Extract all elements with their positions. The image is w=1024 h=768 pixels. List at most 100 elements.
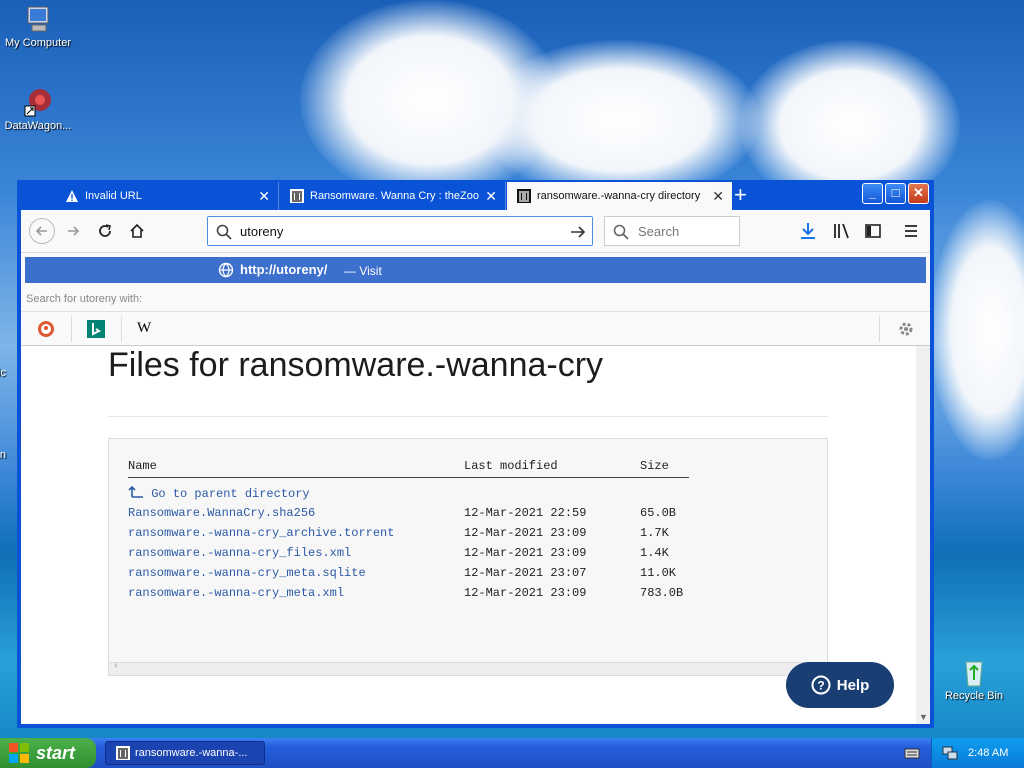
desktop-icon-datawagon[interactable]: DataWagon... — [0, 86, 78, 132]
scroll-left-icon[interactable]: ‹ — [113, 661, 119, 672]
tab-close-icon[interactable]: ✕ — [712, 188, 724, 205]
search-input[interactable]: Search — [638, 224, 679, 239]
desktop-icon-my-computer[interactable]: My Computer — [0, 3, 78, 49]
network-icon[interactable] — [942, 745, 958, 761]
minimize-button[interactable]: _ — [862, 183, 883, 204]
tab-close-icon[interactable]: ✕ — [258, 188, 270, 205]
search-icon — [216, 224, 232, 240]
tab-directory[interactable]: ransomware.-wanna-cry directory ✕ — [507, 182, 732, 210]
file-modified: 12-Mar-2021 23:09 — [464, 586, 587, 600]
file-modified: 12-Mar-2021 23:07 — [464, 566, 587, 580]
system-tray: 2:48 AM — [931, 738, 1024, 768]
taskbar-item-browser[interactable]: ransomware.-wanna-... — [105, 741, 265, 765]
new-tab-button[interactable]: + — [734, 183, 747, 207]
wallpaper-cloud — [480, 40, 760, 200]
archive-org-icon — [116, 746, 130, 760]
maximize-button[interactable]: □ — [885, 183, 906, 204]
search-engines-bar: W — [21, 311, 930, 346]
help-button[interactable]: ? Help — [786, 662, 894, 708]
downloads-button[interactable] — [796, 219, 820, 243]
tab-title: Invalid URL — [85, 190, 142, 202]
divider — [879, 316, 880, 342]
download-icon — [801, 223, 815, 239]
file-link[interactable]: Ransomware.WannaCry.sha256 — [128, 506, 315, 520]
divider — [121, 316, 122, 342]
computer-icon — [22, 3, 54, 35]
hamburger-icon — [905, 225, 917, 237]
back-arrow-icon — [35, 226, 47, 236]
file-link[interactable]: ransomware.-wanna-cry_files.xml — [128, 546, 351, 560]
page-content: Files for ransomware.-wanna-cry Name Las… — [21, 346, 916, 724]
keyboard-icon[interactable] — [904, 746, 920, 760]
address-input[interactable]: utoreny — [240, 224, 283, 239]
library-button[interactable] — [830, 219, 854, 243]
file-modified: 12-Mar-2021 23:09 — [464, 546, 587, 560]
close-window-button[interactable]: ✕ — [908, 183, 929, 204]
help-icon: ? — [811, 675, 831, 695]
suggestion-action: — Visit — [344, 264, 382, 278]
horizontal-scrollbar[interactable]: ‹ — [109, 661, 827, 675]
taskbar-item-label: ransomware.-wanna-... — [135, 747, 248, 759]
url-suggestion[interactable]: http://utoreny/ — Visit — [25, 257, 926, 283]
gear-icon[interactable] — [897, 320, 915, 338]
file-modified: 12-Mar-2021 22:59 — [464, 506, 587, 520]
taskbar: start ransomware.-wanna-... 2:48 AM — [0, 738, 1024, 768]
clock[interactable]: 2:48 AM — [968, 747, 1008, 759]
url-dropdown: http://utoreny/ — Visit Search for utore… — [21, 253, 930, 346]
search-icon — [613, 224, 629, 240]
windows-logo-icon — [9, 743, 29, 763]
library-icon — [834, 223, 849, 239]
tab-invalid-url[interactable]: Invalid URL ✕ — [55, 182, 279, 210]
archive-org-icon — [517, 189, 531, 203]
table-row: ransomware.-wanna-cry_meta.xml 12-Mar-20… — [109, 586, 827, 606]
search-box[interactable]: Search — [604, 216, 740, 246]
parent-directory-link[interactable]: Go to parent directory — [128, 485, 310, 501]
desktop-icon-label: My Computer — [4, 37, 72, 49]
home-icon — [130, 223, 144, 238]
divider — [71, 316, 72, 342]
vertical-scrollbar[interactable]: ▼ — [916, 346, 930, 724]
menu-button[interactable] — [899, 219, 923, 243]
file-size: 1.7K — [640, 526, 669, 540]
scroll-down-icon[interactable]: ▼ — [919, 712, 928, 722]
tab-thezoo[interactable]: Ransomware. Wanna Cry : theZoo ✕ — [280, 182, 506, 210]
browser-body: utoreny Search http://utoreny/ — Visit S… — [21, 210, 930, 724]
duckduckgo-icon[interactable] — [37, 320, 55, 338]
file-modified: 12-Mar-2021 23:09 — [464, 526, 587, 540]
parent-directory-row[interactable]: Go to parent directory — [109, 485, 827, 505]
datawagon-icon — [22, 86, 54, 118]
search-for-label: Search for utoreny with: — [26, 293, 143, 305]
parent-arrow-icon — [128, 485, 143, 498]
address-bar[interactable]: utoreny — [207, 216, 593, 246]
tab-close-icon[interactable]: ✕ — [485, 188, 497, 205]
reload-button[interactable] — [93, 219, 117, 243]
forward-button[interactable] — [61, 219, 85, 243]
file-size: 1.4K — [640, 546, 669, 560]
bing-icon[interactable] — [87, 320, 105, 338]
file-link[interactable]: ransomware.-wanna-cry_meta.xml — [128, 586, 344, 600]
title-divider — [108, 416, 828, 417]
wikipedia-icon[interactable]: W — [137, 320, 155, 338]
column-header-name[interactable]: Name — [128, 459, 157, 473]
column-header-modified[interactable]: Last modified — [464, 459, 558, 473]
wallpaper-cloud — [930, 200, 1024, 460]
sidebar-icon — [865, 224, 881, 238]
file-size: 11.0K — [640, 566, 677, 580]
start-button[interactable]: start — [0, 738, 96, 768]
parent-directory-label: Go to parent directory — [151, 487, 310, 501]
back-button[interactable] — [29, 218, 55, 244]
file-link[interactable]: ransomware.-wanna-cry_meta.sqlite — [128, 566, 366, 580]
file-size: 783.0B — [640, 586, 684, 600]
browser-window: Invalid URL ✕ Ransomware. Wanna Cry : th… — [17, 180, 934, 728]
desktop-icon-recycle-bin[interactable]: Recycle Bin — [934, 656, 1014, 702]
desktop-icon-label: DataWagon... — [4, 120, 72, 132]
desktop-icon-label: Recycle Bin — [944, 690, 1004, 702]
tab-title: Ransomware. Wanna Cry : theZoo — [310, 190, 479, 202]
column-header-size[interactable]: Size — [640, 459, 669, 473]
file-link[interactable]: ransomware.-wanna-cry_archive.torrent — [128, 526, 394, 540]
home-button[interactable] — [125, 219, 149, 243]
go-arrow-icon[interactable] — [570, 224, 586, 240]
table-row: Ransomware.WannaCry.sha256 12-Mar-2021 2… — [109, 506, 827, 526]
sidebar-button[interactable] — [861, 219, 885, 243]
forward-arrow-icon — [68, 226, 80, 236]
